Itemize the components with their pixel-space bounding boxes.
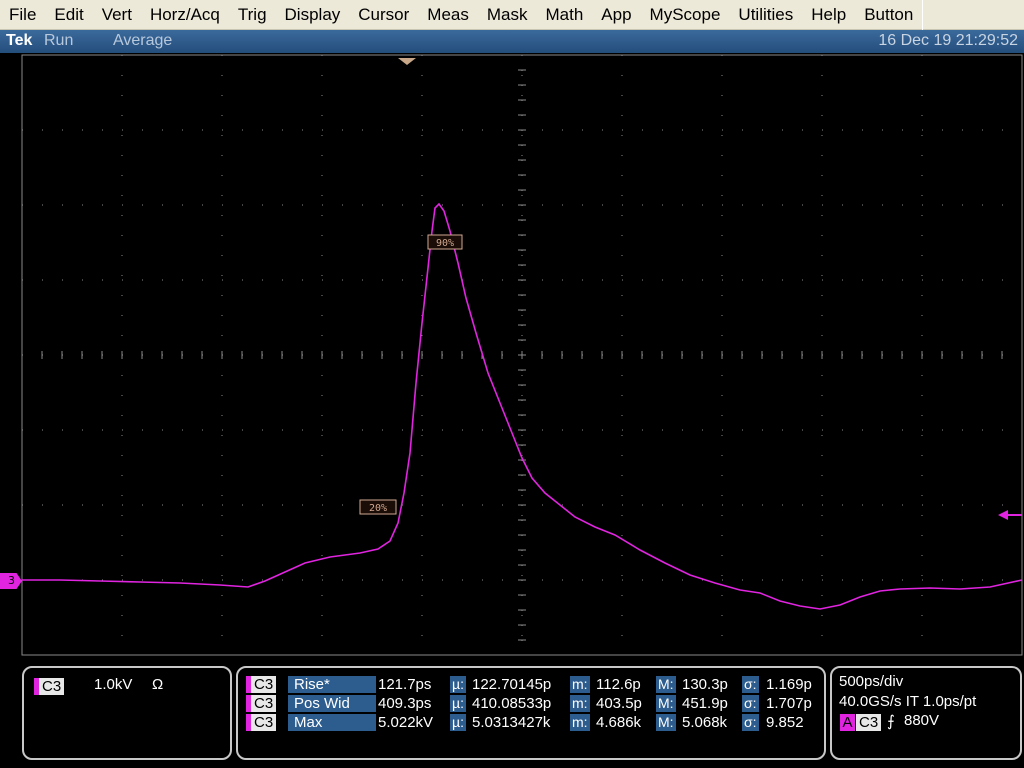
status-bar: Tek Run Average 16 Dec 19 21:29:52	[0, 30, 1024, 53]
menu-cursor[interactable]: Cursor	[349, 0, 418, 30]
mean-label: µ:	[450, 714, 466, 731]
ref-label-20-text: 20%	[369, 503, 387, 514]
max-value: 5.068k	[682, 714, 728, 731]
ref-label-90: 90%	[427, 234, 463, 250]
max-label: M:	[656, 714, 676, 731]
vertical-channel-chip: C3	[39, 678, 65, 695]
measurement-channel-chip: C3	[251, 676, 277, 693]
brand-label: Tek	[6, 32, 33, 49]
std-dev-label: σ:	[742, 714, 759, 731]
graticule: 90% 20%	[21, 54, 1023, 656]
mean-value: 122.70145p	[472, 676, 552, 693]
menu-file[interactable]: File	[0, 0, 45, 30]
measurement-name: Max	[288, 714, 376, 731]
max-label: M:	[656, 676, 676, 693]
menu-meas[interactable]: Meas	[418, 0, 478, 30]
measurement-channel-chip: C3	[251, 695, 277, 712]
menu-math[interactable]: Math	[537, 0, 593, 30]
measurement-value: 121.7ps	[378, 676, 432, 693]
measurement-name: Pos Wid	[288, 695, 376, 712]
horizontal-readout-panel[interactable]: 500ps/div 40.0GS/s IT 1.0ps/pt A C3 ⨍ 88…	[830, 666, 1022, 760]
acquisition-mode[interactable]: Average	[113, 32, 172, 50]
vertical-readout-panel[interactable]: C3 1.0kV Ω	[22, 666, 232, 760]
trigger-a-badge: A	[840, 714, 855, 731]
ref-label-90-text: 90%	[436, 238, 454, 249]
mean-value: 410.08533p	[472, 695, 552, 712]
waveform-display[interactable]: 90% 20%	[0, 53, 1024, 660]
menu-filler	[922, 0, 1024, 30]
trigger-channel-chip: C3	[856, 714, 882, 731]
measurement-row[interactable]: C3 Pos Wid 409.3ps µ: 410.08533p m: 403.5p M: 45…	[246, 695, 821, 713]
ref-label-20: 20%	[359, 499, 397, 515]
trigger-level-icon[interactable]	[998, 510, 1008, 520]
std-dev-value: 1.707p	[766, 695, 812, 712]
menu-vert[interactable]: Vert	[93, 0, 141, 30]
menu-app[interactable]: App	[592, 0, 640, 30]
std-dev-label: σ:	[742, 695, 759, 712]
menu-horz-acq[interactable]: Horz/Acq	[141, 0, 229, 30]
menu-mask[interactable]: Mask	[478, 0, 537, 30]
measurement-name: Rise*	[288, 676, 376, 693]
input-impedance-icon: Ω	[152, 676, 164, 693]
graticule-grid	[21, 54, 1023, 656]
measurement-value: 5.022kV	[378, 714, 434, 731]
menu-myscope[interactable]: MyScope	[641, 0, 730, 30]
menu-help[interactable]: Help	[802, 0, 855, 30]
measurement-row[interactable]: C3 Rise* 121.7ps µ: 122.70145p m: 112.6p M: 130.…	[246, 676, 821, 694]
datetime: 16 Dec 19 21:29:52	[878, 32, 1018, 49]
trigger-level: 880V	[904, 712, 940, 729]
run-state[interactable]: Run	[44, 32, 73, 50]
std-dev-value: 9.852	[766, 714, 804, 731]
min-label: m:	[570, 676, 590, 693]
vertical-scale: 1.0kV	[94, 676, 133, 693]
min-value: 112.6p	[596, 676, 641, 693]
menu-bar: File Edit Vert Horz/Acq Trig Display Cur…	[0, 0, 1024, 30]
mean-value: 5.0313427k	[472, 714, 551, 731]
measurement-channel-chip: C3	[251, 714, 277, 731]
min-value: 4.686k	[596, 714, 642, 731]
std-dev-label: σ:	[742, 676, 759, 693]
measurement-row[interactable]: C3 Max 5.022kV µ: 5.0313427k m: 4.686k M: 5.068k…	[246, 714, 821, 732]
measurement-readout-panel[interactable]: C3 Rise* 121.7ps µ: 122.70145p m: 112.6p M: 130.…	[236, 666, 826, 760]
max-value: 130.3p	[682, 676, 728, 693]
sample-rate: 40.0GS/s IT 1.0ps/pt	[839, 693, 977, 710]
max-value: 451.9p	[682, 695, 728, 712]
menu-edit[interactable]: Edit	[45, 0, 92, 30]
menu-button[interactable]: Button	[855, 0, 922, 30]
std-dev-value: 1.169p	[766, 676, 812, 693]
max-label: M:	[656, 695, 676, 712]
menu-display[interactable]: Display	[276, 0, 350, 30]
timebase: 500ps/div	[839, 673, 904, 690]
rising-edge-icon: ⨍	[887, 713, 895, 730]
min-value: 403.5p	[596, 695, 642, 712]
measurement-value: 409.3ps	[378, 695, 432, 712]
mean-label: µ:	[450, 676, 466, 693]
min-label: m:	[570, 695, 590, 712]
menu-trig[interactable]: Trig	[229, 0, 276, 30]
min-label: m:	[570, 714, 590, 731]
trigger-position-icon[interactable]	[398, 58, 416, 65]
mean-label: µ:	[450, 695, 466, 712]
menu-utilities[interactable]: Utilities	[729, 0, 802, 30]
